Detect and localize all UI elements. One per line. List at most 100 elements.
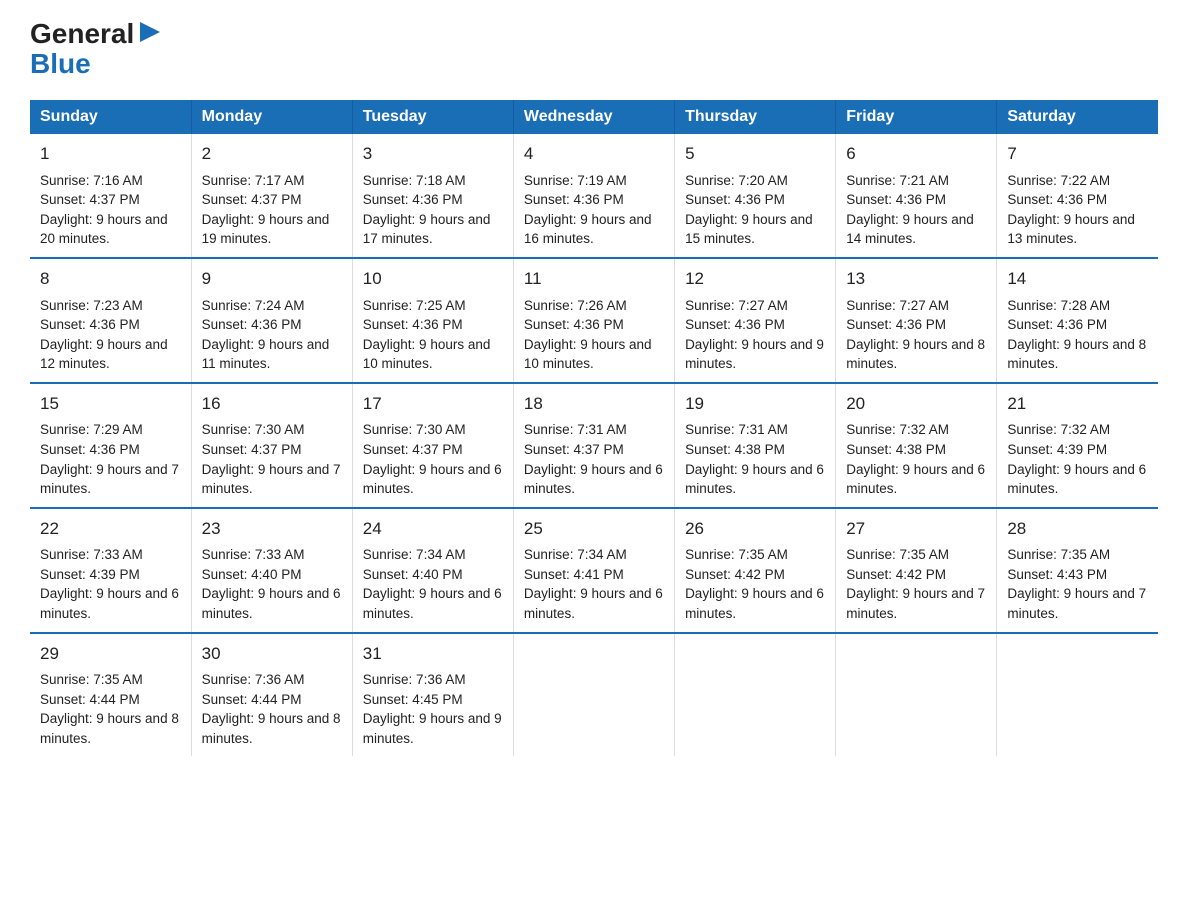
calendar-week-row: 8Sunrise: 7:23 AMSunset: 4:36 PMDaylight… xyxy=(30,258,1158,383)
sunrise-label: Sunrise: 7:28 AM xyxy=(1007,298,1110,313)
daylight-label: Daylight: 9 hours and 7 minutes. xyxy=(1007,586,1146,621)
calendar-cell: 19Sunrise: 7:31 AMSunset: 4:38 PMDayligh… xyxy=(675,383,836,508)
daylight-label: Daylight: 9 hours and 19 minutes. xyxy=(202,212,330,247)
sunset-label: Sunset: 4:38 PM xyxy=(846,442,946,457)
sunrise-label: Sunrise: 7:21 AM xyxy=(846,173,949,188)
sunrise-label: Sunrise: 7:32 AM xyxy=(1007,422,1110,437)
sunset-label: Sunset: 4:42 PM xyxy=(685,567,785,582)
sunset-label: Sunset: 4:36 PM xyxy=(202,317,302,332)
day-number: 12 xyxy=(685,267,825,292)
sunrise-label: Sunrise: 7:18 AM xyxy=(363,173,466,188)
daylight-label: Daylight: 9 hours and 9 minutes. xyxy=(685,337,824,372)
daylight-label: Daylight: 9 hours and 6 minutes. xyxy=(524,586,663,621)
sunset-label: Sunset: 4:44 PM xyxy=(202,692,302,707)
day-number: 30 xyxy=(202,642,342,667)
calendar-body: 1Sunrise: 7:16 AMSunset: 4:37 PMDaylight… xyxy=(30,134,1158,756)
daylight-label: Daylight: 9 hours and 8 minutes. xyxy=(202,711,341,746)
sunset-label: Sunset: 4:36 PM xyxy=(846,317,946,332)
day-number: 20 xyxy=(846,392,986,417)
sunset-label: Sunset: 4:36 PM xyxy=(363,317,463,332)
day-number: 6 xyxy=(846,142,986,167)
calendar-cell: 30 Sunrise: 7:36 AM Sunset: 4:44 PM Dayligh… xyxy=(191,633,352,757)
sunset-label: Sunset: 4:36 PM xyxy=(363,192,463,207)
calendar-cell xyxy=(997,633,1158,757)
day-number: 15 xyxy=(40,392,181,417)
sunset-label: Sunset: 4:36 PM xyxy=(685,317,785,332)
sunrise-label: Sunrise: 7:31 AM xyxy=(524,422,627,437)
calendar-cell: 18Sunrise: 7:31 AMSunset: 4:37 PMDayligh… xyxy=(513,383,674,508)
calendar-cell: 4Sunrise: 7:19 AMSunset: 4:36 PMDaylight… xyxy=(513,134,674,258)
calendar-cell: 8Sunrise: 7:23 AMSunset: 4:36 PMDaylight… xyxy=(30,258,191,383)
sunset-label: Sunset: 4:40 PM xyxy=(363,567,463,582)
column-header-sunday: Sunday xyxy=(30,100,191,134)
calendar-header-row: SundayMondayTuesdayWednesdayThursdayFrid… xyxy=(30,100,1158,134)
page-header: General Blue xyxy=(30,20,1158,80)
daylight-label: Daylight: 9 hours and 10 minutes. xyxy=(363,337,491,372)
sunset-label: Sunset: 4:38 PM xyxy=(685,442,785,457)
sunrise-label: Sunrise: 7:20 AM xyxy=(685,173,788,188)
sunset-label: Sunset: 4:36 PM xyxy=(524,192,624,207)
sunrise-label: Sunrise: 7:19 AM xyxy=(524,173,627,188)
day-number: 7 xyxy=(1007,142,1148,167)
daylight-label: Daylight: 9 hours and 15 minutes. xyxy=(685,212,813,247)
daylight-label: Daylight: 9 hours and 13 minutes. xyxy=(1007,212,1135,247)
logo: General Blue xyxy=(30,20,164,80)
sunset-label: Sunset: 4:39 PM xyxy=(40,567,140,582)
sunrise-label: Sunrise: 7:30 AM xyxy=(363,422,466,437)
calendar-cell: 25Sunrise: 7:34 AMSunset: 4:41 PMDayligh… xyxy=(513,508,674,633)
sunset-label: Sunset: 4:43 PM xyxy=(1007,567,1107,582)
sunrise-label: Sunrise: 7:30 AM xyxy=(202,422,305,437)
logo-general: General xyxy=(30,20,134,48)
daylight-label: Daylight: 9 hours and 7 minutes. xyxy=(40,462,179,497)
daylight-label: Daylight: 9 hours and 14 minutes. xyxy=(846,212,974,247)
sunset-label: Sunset: 4:37 PM xyxy=(40,192,140,207)
logo-blue: Blue xyxy=(30,48,91,79)
sunrise-label: Sunrise: 7:31 AM xyxy=(685,422,788,437)
daylight-label: Daylight: 9 hours and 20 minutes. xyxy=(40,212,168,247)
sunrise-label: Sunrise: 7:36 AM xyxy=(363,672,466,687)
day-number: 14 xyxy=(1007,267,1148,292)
column-header-tuesday: Tuesday xyxy=(352,100,513,134)
daylight-label: Daylight: 9 hours and 6 minutes. xyxy=(40,586,179,621)
day-number: 25 xyxy=(524,517,664,542)
sunrise-label: Sunrise: 7:36 AM xyxy=(202,672,305,687)
column-header-friday: Friday xyxy=(836,100,997,134)
day-number: 8 xyxy=(40,267,181,292)
calendar-cell: 24Sunrise: 7:34 AMSunset: 4:40 PMDayligh… xyxy=(352,508,513,633)
day-number: 2 xyxy=(202,142,342,167)
sunset-label: Sunset: 4:45 PM xyxy=(363,692,463,707)
daylight-label: Daylight: 9 hours and 6 minutes. xyxy=(363,586,502,621)
sunset-label: Sunset: 4:36 PM xyxy=(1007,192,1107,207)
daylight-label: Daylight: 9 hours and 6 minutes. xyxy=(846,462,985,497)
day-number: 11 xyxy=(524,267,664,292)
sunrise-label: Sunrise: 7:35 AM xyxy=(685,547,788,562)
sunrise-label: Sunrise: 7:34 AM xyxy=(363,547,466,562)
day-number: 21 xyxy=(1007,392,1148,417)
sunset-label: Sunset: 4:36 PM xyxy=(846,192,946,207)
calendar-cell: 9Sunrise: 7:24 AMSunset: 4:36 PMDaylight… xyxy=(191,258,352,383)
sunset-label: Sunset: 4:36 PM xyxy=(1007,317,1107,332)
day-number: 19 xyxy=(685,392,825,417)
day-number: 31 xyxy=(363,642,503,667)
calendar-cell: 29Sunrise: 7:35 AMSunset: 4:44 PMDayligh… xyxy=(30,633,191,757)
calendar-cell: 14Sunrise: 7:28 AMSunset: 4:36 PMDayligh… xyxy=(997,258,1158,383)
calendar-cell: 31Sunrise: 7:36 AMSunset: 4:45 PMDayligh… xyxy=(352,633,513,757)
sunset-label: Sunset: 4:41 PM xyxy=(524,567,624,582)
sunset-label: Sunset: 4:42 PM xyxy=(846,567,946,582)
calendar-cell: 10Sunrise: 7:25 AMSunset: 4:36 PMDayligh… xyxy=(352,258,513,383)
sunrise-label: Sunrise: 7:27 AM xyxy=(685,298,788,313)
sunset-label: Sunset: 4:40 PM xyxy=(202,567,302,582)
calendar-cell: 27Sunrise: 7:35 AMSunset: 4:42 PMDayligh… xyxy=(836,508,997,633)
calendar-cell: 3Sunrise: 7:18 AMSunset: 4:36 PMDaylight… xyxy=(352,134,513,258)
sunset-label: Sunset: 4:37 PM xyxy=(202,192,302,207)
sunrise-label: Sunrise: 7:35 AM xyxy=(40,672,143,687)
daylight-label: Daylight: 9 hours and 7 minutes. xyxy=(846,586,985,621)
calendar-cell: 28Sunrise: 7:35 AMSunset: 4:43 PMDayligh… xyxy=(997,508,1158,633)
sunrise-label: Sunrise: 7:25 AM xyxy=(363,298,466,313)
sunset-label: Sunset: 4:36 PM xyxy=(524,317,624,332)
calendar-cell: 26Sunrise: 7:35 AMSunset: 4:42 PMDayligh… xyxy=(675,508,836,633)
sunset-label: Sunset: 4:37 PM xyxy=(202,442,302,457)
calendar-cell: 5Sunrise: 7:20 AMSunset: 4:36 PMDaylight… xyxy=(675,134,836,258)
day-number: 9 xyxy=(202,267,342,292)
calendar-cell: 2Sunrise: 7:17 AMSunset: 4:37 PMDaylight… xyxy=(191,134,352,258)
